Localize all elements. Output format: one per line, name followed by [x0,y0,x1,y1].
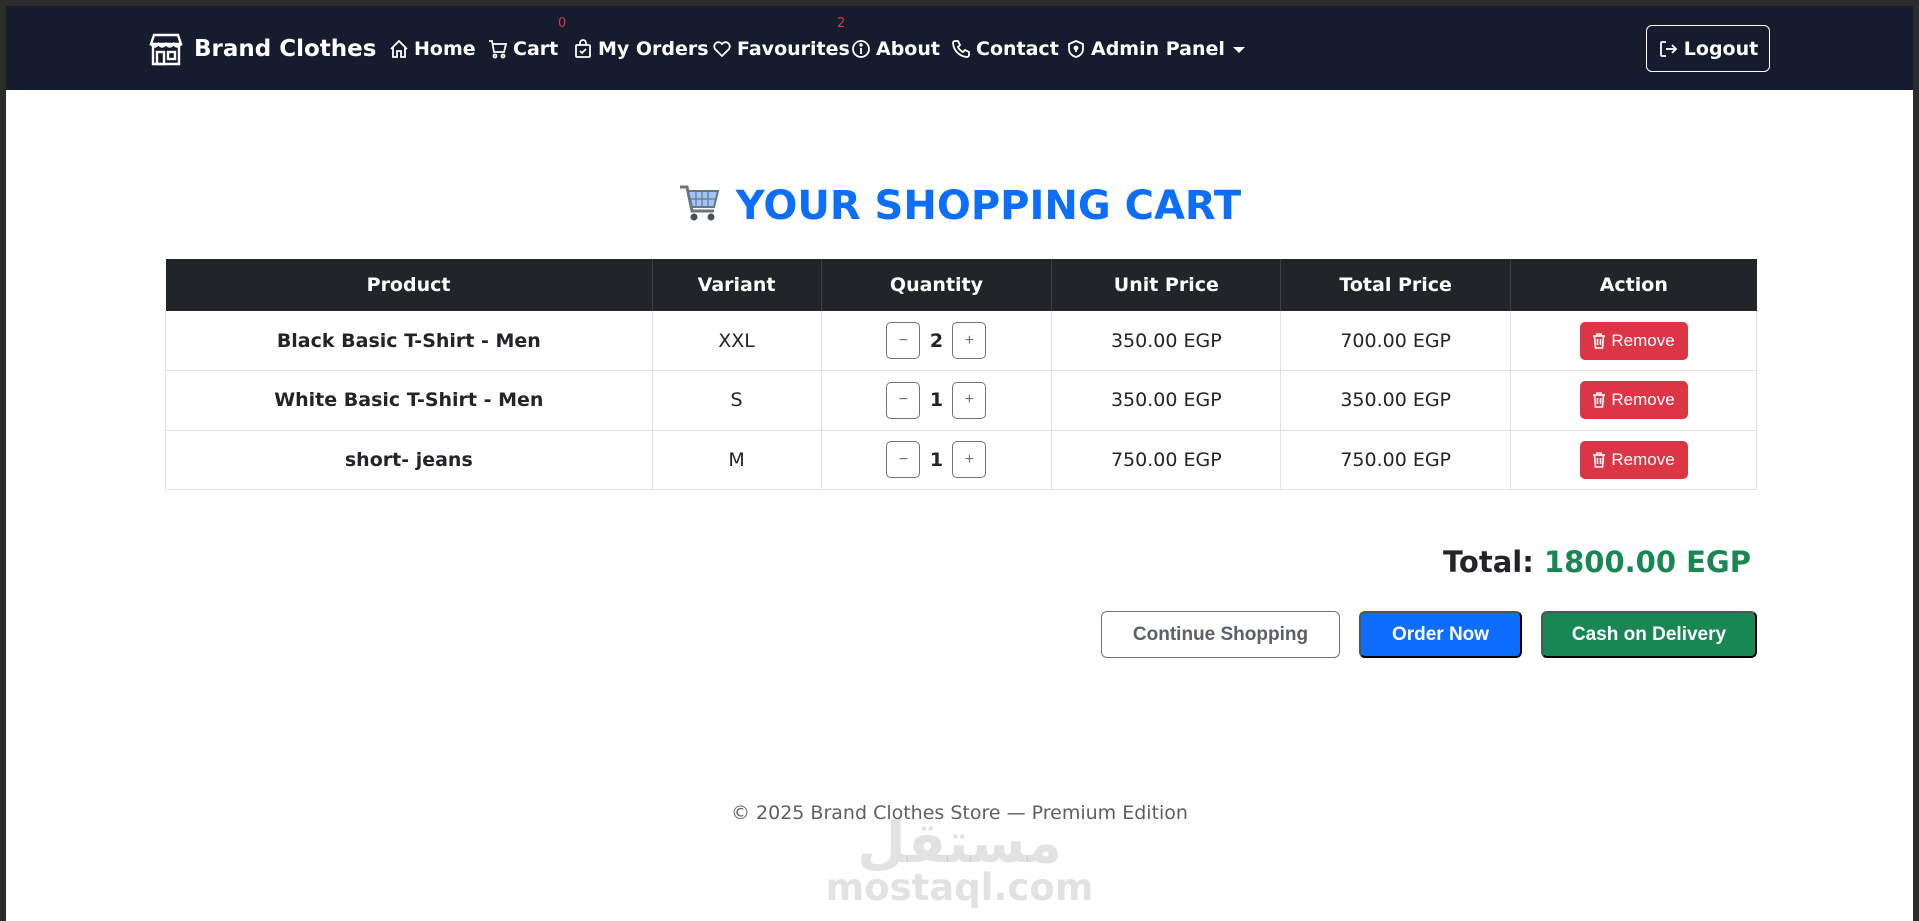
action-cell: Remove [1510,430,1757,490]
table-header-row: Product Variant Quantity Unit Price Tota… [165,259,1757,311]
nav-contact[interactable]: Contact [951,38,1059,60]
page-title: YOUR SHOPPING CART [6,183,1913,233]
trash-icon [1593,451,1606,468]
increase-quantity-button[interactable]: + [952,381,987,419]
unit-price: 750.00 EGP [1051,430,1282,490]
variant-size: S [652,370,822,431]
shield-icon [1068,40,1084,58]
total-price: 700.00 EGP [1280,311,1512,371]
remove-button[interactable]: Remove [1579,381,1688,420]
logout-label: Logout [1683,37,1759,60]
variant-size: M [652,430,822,490]
logout-icon [1659,40,1678,57]
nav-cart-label: Cart [513,38,559,60]
total-label: Total: [1443,545,1534,579]
remove-label: Remove [1611,330,1675,350]
column-header-total-price: Total Price [1280,259,1512,311]
quantity-value: 1 [929,389,944,412]
increase-quantity-button[interactable]: + [952,441,987,479]
nav-about-label: About [876,38,940,60]
remove-button[interactable]: Remove [1579,440,1688,479]
decrease-quantity-button[interactable]: − [886,322,921,359]
logout-button[interactable]: Logout [1646,25,1770,72]
nav-admin-panel-dropdown[interactable]: Admin Panel [1066,38,1245,60]
increase-quantity-button[interactable]: + [952,322,987,359]
shopping-cart-icon [678,183,722,233]
nav-my-orders-label: My Orders [598,38,709,60]
column-header-action: Action [1510,259,1757,311]
decrease-quantity-button[interactable]: − [886,381,921,419]
continue-shopping-button[interactable]: Continue Shopping [1101,611,1340,658]
nav-admin-panel-label: Admin Panel [1091,38,1225,60]
remove-label: Remove [1611,390,1675,410]
cart-table: Product Variant Quantity Unit Price Tota… [165,259,1757,490]
table-row: Black Basic T-Shirt - Men XXL − 2 + 350.… [165,311,1757,371]
total-price: 750.00 EGP [1280,430,1512,490]
bag-check-icon [575,39,591,58]
remove-label: Remove [1611,449,1675,469]
house-icon [390,39,408,58]
browser-viewport: Brand Clothes Home Cart 0 My Orders Favo… [6,6,1913,921]
phone-icon [952,40,970,58]
cash-on-delivery-button[interactable]: Cash on Delivery [1541,611,1757,658]
variant-size: XXL [652,311,822,371]
remove-button[interactable]: Remove [1579,321,1688,360]
product-name: short- jeans [165,430,653,490]
total-price: 350.00 EGP [1280,370,1512,431]
trash-icon [1593,392,1606,409]
unit-price: 350.00 EGP [1051,370,1282,431]
column-header-unit-price: Unit Price [1051,259,1282,311]
footer-copyright: © 2025 Brand Clothes Store — Premium Edi… [731,802,1188,824]
action-cell: Remove [1510,311,1757,371]
nav-home[interactable]: Home [389,38,476,60]
favourites-count-badge: 2 [837,16,846,31]
page-title-text: YOUR SHOPPING CART [735,183,1242,229]
info-circle-icon [852,40,870,58]
caret-down-icon [1232,47,1245,53]
trash-icon [1593,332,1606,349]
quantity-stepper: − 2 + [821,311,1053,371]
decrease-quantity-button[interactable]: − [886,441,921,479]
navbar: Brand Clothes Home Cart 0 My Orders Favo… [6,6,1913,90]
nav-about[interactable]: About [851,38,940,60]
column-header-product: Product [165,259,653,311]
column-header-variant: Variant [652,259,822,311]
quantity-stepper: − 1 + [821,430,1053,490]
nav-my-orders[interactable]: My Orders [573,38,709,60]
nav-cart[interactable]: Cart [488,38,558,60]
nav-home-label: Home [414,38,476,60]
nav-favourites-label: Favourites [737,38,850,60]
watermark-logo-latin: mostaql.com [825,866,1094,909]
unit-price: 350.00 EGP [1051,311,1282,371]
store-icon [149,33,183,66]
brand-name: Brand Clothes [194,36,377,62]
table-row: White Basic T-Shirt - Men S − 1 + 350.00… [165,370,1757,431]
quantity-stepper: − 1 + [821,370,1053,431]
nav-favourites[interactable]: Favourites [712,38,850,60]
cart-total: Total: 1800.00 EGP [1443,545,1751,579]
quantity-value: 2 [929,329,944,352]
nav-contact-label: Contact [976,38,1059,60]
product-name: White Basic T-Shirt - Men [165,370,653,431]
product-name: Black Basic T-Shirt - Men [165,311,653,371]
cart-count-badge: 0 [558,16,567,31]
cart-icon [489,40,508,59]
action-cell: Remove [1510,370,1757,431]
heart-icon [713,41,731,58]
quantity-value: 1 [929,448,944,471]
column-header-quantity: Quantity [821,259,1053,311]
table-row: short- jeans M − 1 + 750.00 EGP 750.00 E… [165,430,1757,490]
total-amount: 1800.00 EGP [1543,545,1751,579]
brand-link[interactable]: Brand Clothes [148,32,376,66]
order-now-button[interactable]: Order Now [1359,611,1522,658]
